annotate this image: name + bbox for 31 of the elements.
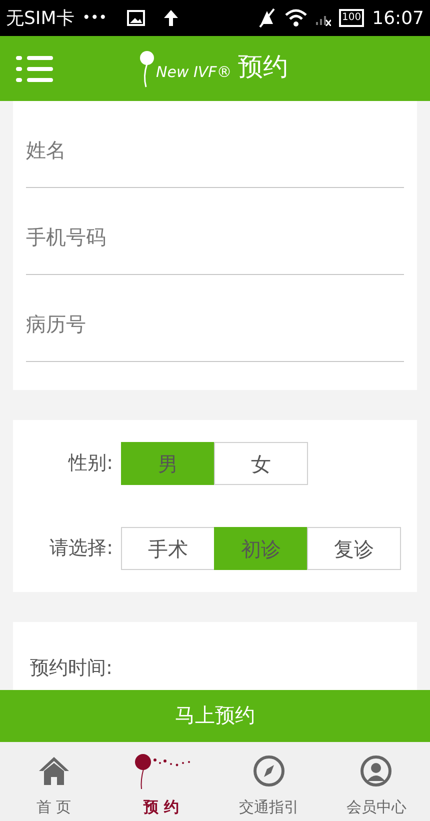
time-label: 预约时间:: [30, 657, 112, 679]
option-button[interactable]: 手术: [121, 527, 215, 570]
text-field[interactable]: 病历号: [26, 287, 404, 362]
home-icon: [38, 756, 70, 786]
field-label: 请选择:: [48, 536, 114, 562]
battery-icon: 100: [339, 9, 364, 27]
nav-tab[interactable]: 预 约: [108, 742, 215, 821]
more-dots: •••: [82, 8, 108, 28]
image-icon: [127, 10, 146, 26]
submit-button[interactable]: 马上预约: [0, 690, 430, 740]
muted-bell-icon: [257, 8, 278, 28]
user-icon: [360, 755, 392, 787]
clock-text: 16:07: [372, 6, 424, 30]
dandelion-logo-icon: [138, 50, 156, 88]
nav-tab[interactable]: 交通指引: [215, 742, 322, 821]
field-label: 性别:: [67, 451, 114, 476]
nav-tab[interactable]: 会员中心: [322, 742, 430, 821]
menu-icon[interactable]: [16, 56, 53, 82]
option-button[interactable]: 男: [121, 442, 215, 485]
upload-arrow-icon: [163, 9, 180, 27]
wifi-icon: [285, 9, 308, 27]
page-title: 预约: [238, 51, 288, 83]
carrier-text: 无SIM卡: [6, 6, 74, 30]
text-field[interactable]: 手机号码: [26, 200, 404, 275]
text-field[interactable]: 姓名: [26, 113, 404, 188]
option-button[interactable]: 初诊: [214, 527, 308, 570]
option-button[interactable]: 复诊: [307, 527, 401, 570]
option-button[interactable]: 女: [214, 442, 308, 485]
compass-icon: [252, 755, 285, 787]
logo-text: New IVF®: [156, 62, 232, 83]
nav-tab[interactable]: 首 页: [0, 742, 108, 821]
